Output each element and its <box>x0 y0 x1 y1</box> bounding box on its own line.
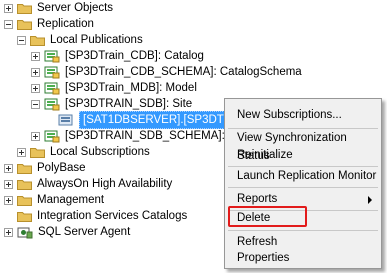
collapse-icon[interactable] <box>31 99 40 109</box>
tree-node-label: Local Subscriptions <box>50 146 150 158</box>
menu-separator <box>228 230 378 231</box>
tree-node-publication-model[interactable]: [SP3DTrain_MDB]: Model <box>31 80 197 96</box>
tree-node-label: Replication <box>37 18 94 30</box>
tree-node-polybase[interactable]: PolyBase <box>4 160 86 176</box>
expand-icon[interactable] <box>31 131 40 141</box>
expand-icon[interactable] <box>4 195 13 205</box>
tree-node-label: SQL Server Agent <box>38 226 131 238</box>
tree-node-label: PolyBase <box>37 162 86 174</box>
expand-icon[interactable] <box>4 227 13 237</box>
tree-node-alwayson[interactable]: AlwaysOn High Availability <box>4 176 172 192</box>
tree-node-integration-services[interactable]: Integration Services Catalogs <box>17 208 187 224</box>
tree-node-label: Management <box>37 194 105 206</box>
menu-item-reinitialize[interactable]: Reinitialize <box>237 146 293 164</box>
collapse-icon[interactable] <box>17 35 26 45</box>
folder-open-icon <box>30 35 45 46</box>
expand-icon[interactable] <box>31 67 40 77</box>
expand-icon[interactable] <box>4 3 13 13</box>
menu-item-new-subscriptions[interactable]: New Subscriptions... <box>237 106 342 124</box>
folder-open-icon <box>17 19 32 30</box>
folder-icon <box>17 211 32 222</box>
tree-node-label: AlwaysOn High Availability <box>37 178 173 190</box>
publication-icon <box>44 66 60 78</box>
tree-node-server-objects[interactable]: Server Objects <box>4 0 113 16</box>
expand-icon[interactable] <box>4 163 13 173</box>
folder-icon <box>17 195 32 206</box>
menu-item-launch-monitor[interactable]: Launch Replication Monitor <box>237 167 376 185</box>
tree-node-label: [SP3DTrain_CDB_SCHEMA]: CatalogSchema <box>65 66 302 78</box>
collapse-icon[interactable] <box>4 19 13 29</box>
menu-separator <box>228 187 378 188</box>
tree-node-label: [SP3DTRAIN_SDB]: Site <box>65 98 193 110</box>
folder-icon <box>17 179 32 190</box>
folder-icon <box>30 147 45 158</box>
menu-item-properties[interactable]: Properties <box>237 249 289 267</box>
tree-node-management[interactable]: Management <box>4 192 104 208</box>
publication-icon <box>44 82 60 94</box>
tree-node-publication-catalog[interactable]: [SP3DTrain_CDB]: Catalog <box>31 48 204 64</box>
tree-node-label: [SP3DTrain_MDB]: Model <box>65 82 197 94</box>
sql-agent-icon <box>17 227 33 238</box>
expand-icon[interactable] <box>31 51 40 61</box>
tree-node-local-subscriptions[interactable]: Local Subscriptions <box>17 144 150 160</box>
publication-icon <box>44 50 60 62</box>
tree-node-replication[interactable]: Replication <box>4 16 94 32</box>
menu-item-view-sync-status[interactable]: View Synchronization Status <box>237 129 381 162</box>
context-menu: New Subscriptions... View Synchronizatio… <box>224 98 382 269</box>
expand-icon[interactable] <box>4 179 13 189</box>
delete-highlight-box <box>228 206 307 227</box>
tree-node-label: Server Objects <box>37 2 114 14</box>
tree-node-label: Local Publications <box>50 34 143 46</box>
tree-node-sql-agent[interactable]: SQL Server Agent <box>4 224 130 240</box>
submenu-arrow-icon <box>368 196 372 204</box>
tree-node-publication-catalog-schema[interactable]: [SP3DTrain_CDB_SCHEMA]: CatalogSchema <box>31 64 302 80</box>
tree-node-local-publications[interactable]: Local Publications <box>17 32 143 48</box>
tree-node-label: [SP3DTrain_CDB]: Catalog <box>65 50 204 62</box>
expand-icon[interactable] <box>17 147 26 157</box>
publication-icon <box>44 98 60 110</box>
folder-icon <box>17 3 32 14</box>
tree-node-publication-site[interactable]: [SP3DTRAIN_SDB]: Site <box>31 96 192 112</box>
folder-icon <box>17 163 32 174</box>
publication-icon <box>44 130 60 142</box>
expand-icon[interactable] <box>31 83 40 93</box>
subscription-icon <box>58 114 73 125</box>
tree-node-label: Integration Services Catalogs <box>37 210 188 222</box>
